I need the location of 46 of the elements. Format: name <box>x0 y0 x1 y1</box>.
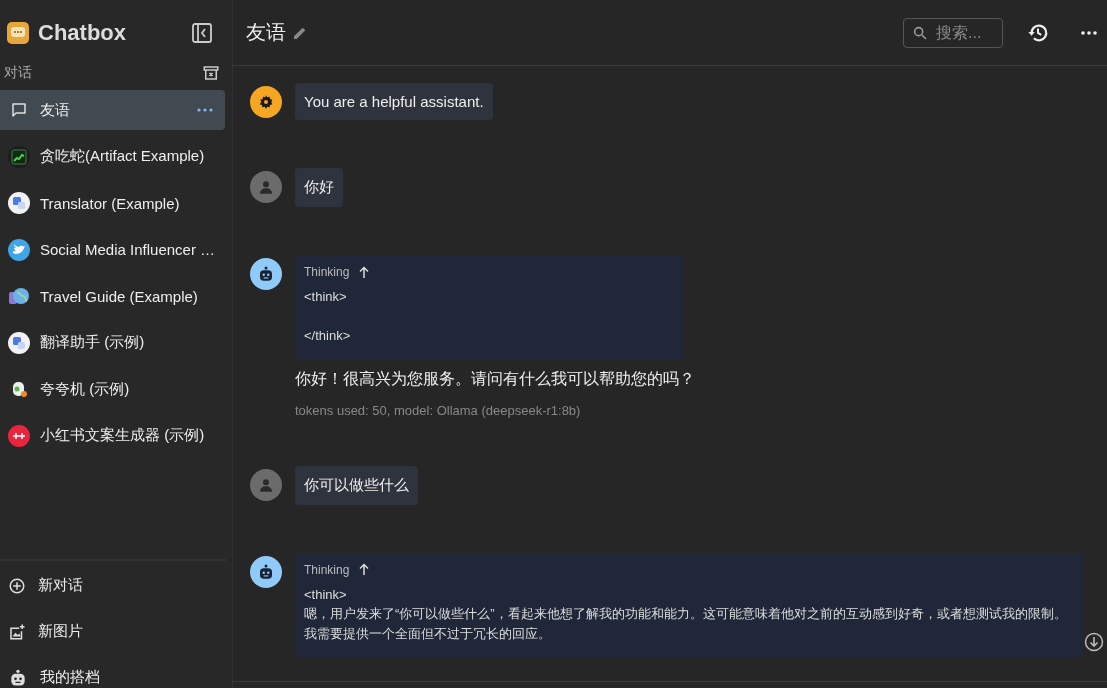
collapse-arrow-icon[interactable] <box>359 563 370 576</box>
conversation-item[interactable]: Travel Guide (Example) <box>0 276 225 316</box>
sidebar-action[interactable]: 我的搭档 <box>0 667 226 688</box>
badge-icon <box>8 424 30 447</box>
translate-icon <box>8 331 30 354</box>
collapse-sidebar-icon[interactable] <box>192 23 212 43</box>
translate-icon <box>8 192 30 214</box>
search-field[interactable]: 搜索... <box>903 17 1003 48</box>
more-icon[interactable] <box>1081 30 1097 35</box>
bird-icon <box>8 238 30 261</box>
app-name: Chatbox <box>38 20 127 46</box>
robot-icon <box>257 265 275 283</box>
thinking-label: Thinking <box>304 562 350 577</box>
conversation-item[interactable]: Translator (Example) <box>0 183 225 223</box>
sidebar-action[interactable]: 新图片 <box>0 621 226 642</box>
sidebar-action[interactable]: 新对话 <box>0 575 226 596</box>
robot-icon <box>257 562 275 581</box>
conversation-title: 友语 <box>246 20 286 45</box>
thinking-text: <think> 嗯，用户发来了“你可以做些什么”，看起来他想了解我的功能和能力。这可能意味着他对之前的互动感到好奇，或者想测试我的限制。我需要提供一个全面但不过于冗长的回应。 <box>304 585 1068 643</box>
conversation-item[interactable]: 贪吃蛇(Artifact Example) <box>0 136 225 177</box>
conversation-item[interactable]: Social Media Influencer … <box>0 229 225 270</box>
conversation-item[interactable]: 翻译助手 (示例) <box>0 322 225 363</box>
chatbox-logo-icon <box>6 21 30 45</box>
section-label: 对话 <box>4 64 32 82</box>
snake-game-icon <box>8 145 30 168</box>
thinking-label: Thinking <box>304 265 350 279</box>
conversation-item[interactable]: 夸夸机 (示例) <box>0 369 225 409</box>
user-message: 你好 <box>295 168 343 207</box>
user-message: 你可以做些什么 <box>295 465 418 505</box>
person-icon <box>258 179 274 195</box>
globe-icon <box>8 285 30 307</box>
gear-icon <box>258 94 274 110</box>
chat-bubble-icon <box>10 101 28 119</box>
scroll-down-icon[interactable] <box>1084 632 1104 652</box>
message-meta: tokens used: 50, model: Ollama (deepseek-r1:8b) <box>295 402 582 418</box>
person-icon <box>258 476 274 493</box>
add-circle-icon <box>8 576 26 595</box>
archive-icon[interactable] <box>202 64 220 82</box>
system-prompt: You are a helpful assistant. <box>295 83 493 120</box>
add-image-icon <box>8 622 26 641</box>
conversation-item[interactable]: 友语 <box>0 90 225 130</box>
assistant-reply: 你好！很高兴为您服务。请问有什么我可以帮助您的吗？ <box>295 368 696 389</box>
conversation-item[interactable]: 小红书文案生成器 (示例) <box>0 415 225 456</box>
collapse-arrow-icon[interactable] <box>359 265 370 279</box>
thinking-text: <think> </think> <box>304 288 352 345</box>
search-icon <box>912 24 928 41</box>
